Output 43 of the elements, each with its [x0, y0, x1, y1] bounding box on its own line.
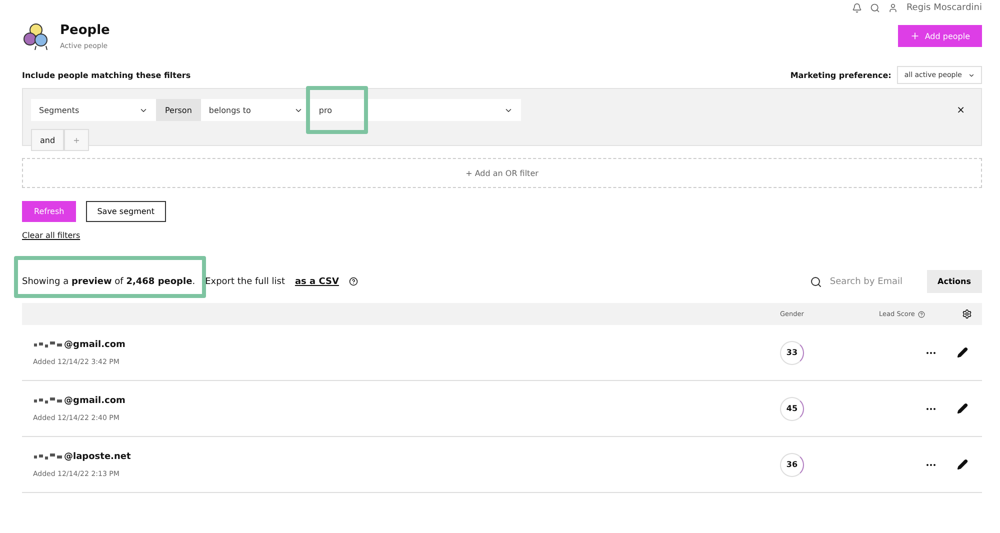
help-icon[interactable] — [348, 277, 358, 286]
operator-select[interactable]: belongs to — [200, 99, 311, 121]
person-email[interactable]: @laposte.net — [64, 452, 131, 462]
actions-button[interactable]: Actions — [926, 270, 982, 293]
filters-heading: Include people matching these filters — [22, 70, 191, 80]
redacted-mark — [33, 396, 63, 404]
add-people-button[interactable]: Add people — [898, 25, 982, 47]
and-button[interactable]: and — [31, 129, 64, 151]
lead-score: 45 — [780, 396, 804, 420]
page-title: People — [60, 22, 110, 38]
email-search-field[interactable]: Search by Email — [810, 276, 903, 288]
preview-summary: Showing a preview of 2,468 people. — [22, 276, 196, 286]
entity-label: Person — [156, 99, 201, 121]
lead-score: 36 — [780, 452, 804, 476]
redacted-mark — [33, 452, 63, 460]
person-email[interactable]: @gmail.com — [64, 340, 126, 350]
refresh-button[interactable]: Refresh — [22, 201, 76, 222]
help-icon[interactable] — [918, 310, 925, 318]
plus-icon — [910, 31, 920, 41]
edit-icon[interactable] — [957, 458, 968, 470]
csv-link[interactable]: as a CSV — [294, 276, 339, 286]
user-icon[interactable] — [888, 3, 898, 13]
value-select[interactable]: pro — [310, 99, 521, 121]
settings-icon[interactable] — [962, 309, 972, 319]
people-group-icon — [22, 22, 50, 50]
field-select[interactable]: Segments — [31, 99, 156, 121]
user-name[interactable]: Regis Moscardini — [906, 3, 982, 13]
edit-icon[interactable] — [957, 402, 968, 414]
chevron-down-icon — [968, 72, 975, 78]
add-or-filter-button[interactable]: + Add an OR filter — [22, 158, 982, 188]
export-text: Export the full list — [205, 276, 285, 286]
search-icon[interactable] — [870, 3, 880, 13]
save-segment-button[interactable]: Save segment — [86, 201, 166, 222]
marketing-label: Marketing preference: — [790, 70, 892, 80]
lead-score: 33 — [780, 340, 804, 364]
person-email[interactable]: @gmail.com — [64, 396, 126, 406]
clear-filters-link[interactable]: Clear all filters — [22, 231, 80, 240]
remove-icon[interactable]: × — [956, 104, 973, 116]
search-icon — [810, 276, 822, 288]
edit-icon[interactable] — [957, 346, 968, 358]
highlight-frame — [306, 86, 368, 134]
redacted-mark — [33, 340, 63, 348]
bell-icon[interactable] — [852, 3, 862, 13]
